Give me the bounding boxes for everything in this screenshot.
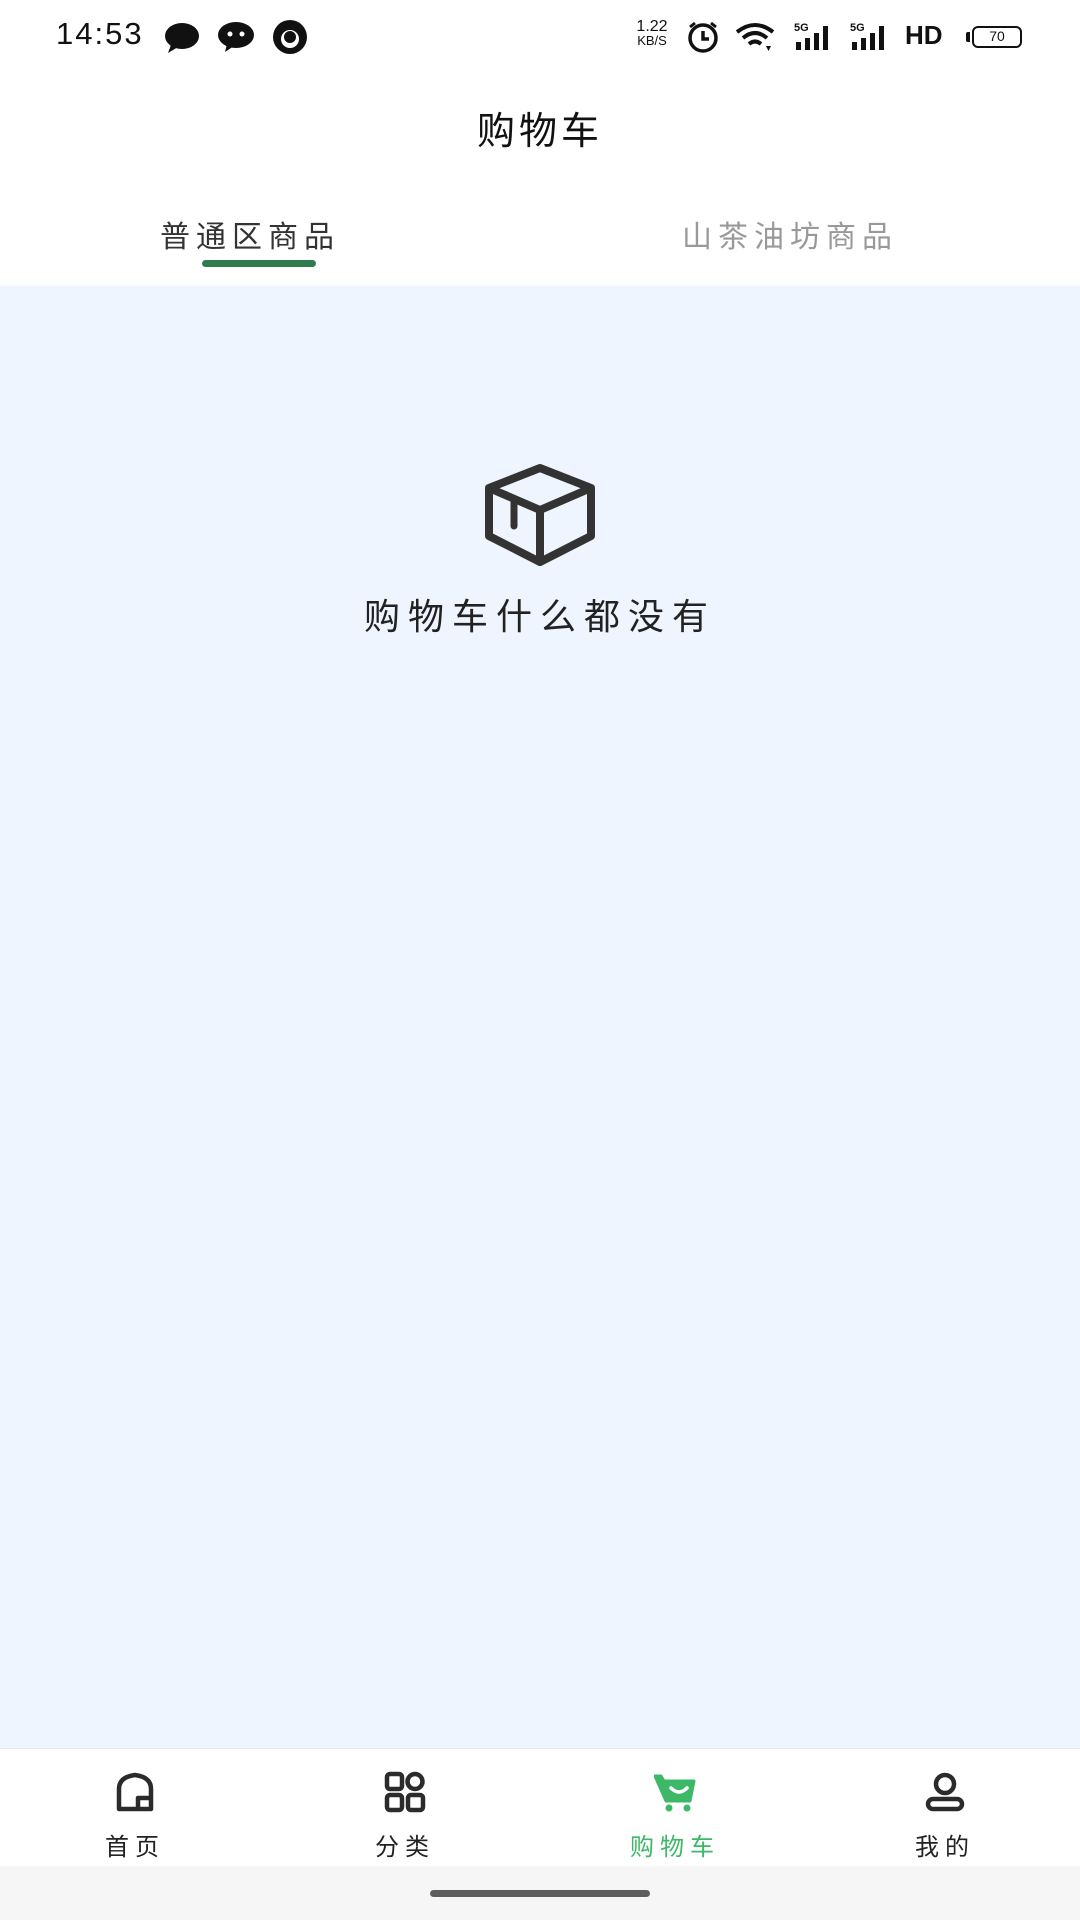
cart-icon (654, 1774, 696, 1812)
page-title: 购物车 (476, 109, 603, 153)
tab-active-indicator (202, 260, 316, 267)
home-gesture-bar[interactable] (430, 1890, 650, 1897)
svg-text:5G: 5G (794, 22, 809, 34)
signal-5g-icon: 5G (850, 22, 884, 50)
battery-indicator: 70 (972, 26, 1022, 48)
chat-bubble-icon (165, 23, 199, 53)
network-speed-value: 1.22 (636, 18, 668, 35)
nav-label-mine: 我的 (915, 1833, 975, 1861)
network-speed: 1.22 KB/S (628, 18, 676, 48)
nav-label-cart: 购物车 (630, 1833, 720, 1861)
tab-oil-shop-goods[interactable]: 山茶油坊商品 (682, 212, 898, 256)
bottom-nav: 首页 分类 购物车 我的 (0, 1748, 1080, 1866)
nav-item-category[interactable]: 分类 (270, 1749, 540, 1867)
alarm-icon (688, 21, 718, 53)
svg-text:5G: 5G (850, 22, 865, 34)
nav-item-cart[interactable]: 购物车 (540, 1749, 810, 1867)
battery-nub (966, 32, 970, 42)
category-icon (384, 1771, 426, 1813)
empty-cart-message: 购物车什么都没有 (363, 597, 716, 638)
header: 购物车 普通区商品 山茶油坊商品 (0, 72, 1080, 286)
home-icon (116, 1772, 154, 1812)
gesture-area (0, 1866, 1080, 1920)
wechat-icon (218, 22, 254, 52)
nav-label-category: 分类 (375, 1833, 435, 1861)
status-bar: 14:53 1.22 KB/S 5G 5G HD 70 (0, 0, 1080, 72)
cart-content: 购物车什么都没有 (0, 286, 1080, 1748)
wifi-icon (735, 23, 775, 51)
signal-5g-icon: 5G (794, 22, 828, 50)
network-speed-unit: KB/S (637, 33, 667, 48)
nav-item-mine[interactable]: 我的 (810, 1749, 1080, 1867)
browser-icon (273, 20, 307, 54)
hd-voice-indicator: HD (905, 20, 943, 50)
box-icon (485, 464, 595, 566)
nav-item-home[interactable]: 首页 (0, 1749, 270, 1867)
user-icon (925, 1772, 965, 1812)
status-time: 14:53 (56, 16, 144, 51)
tab-normal-goods[interactable]: 普通区商品 (160, 212, 340, 256)
nav-label-home: 首页 (105, 1833, 165, 1861)
